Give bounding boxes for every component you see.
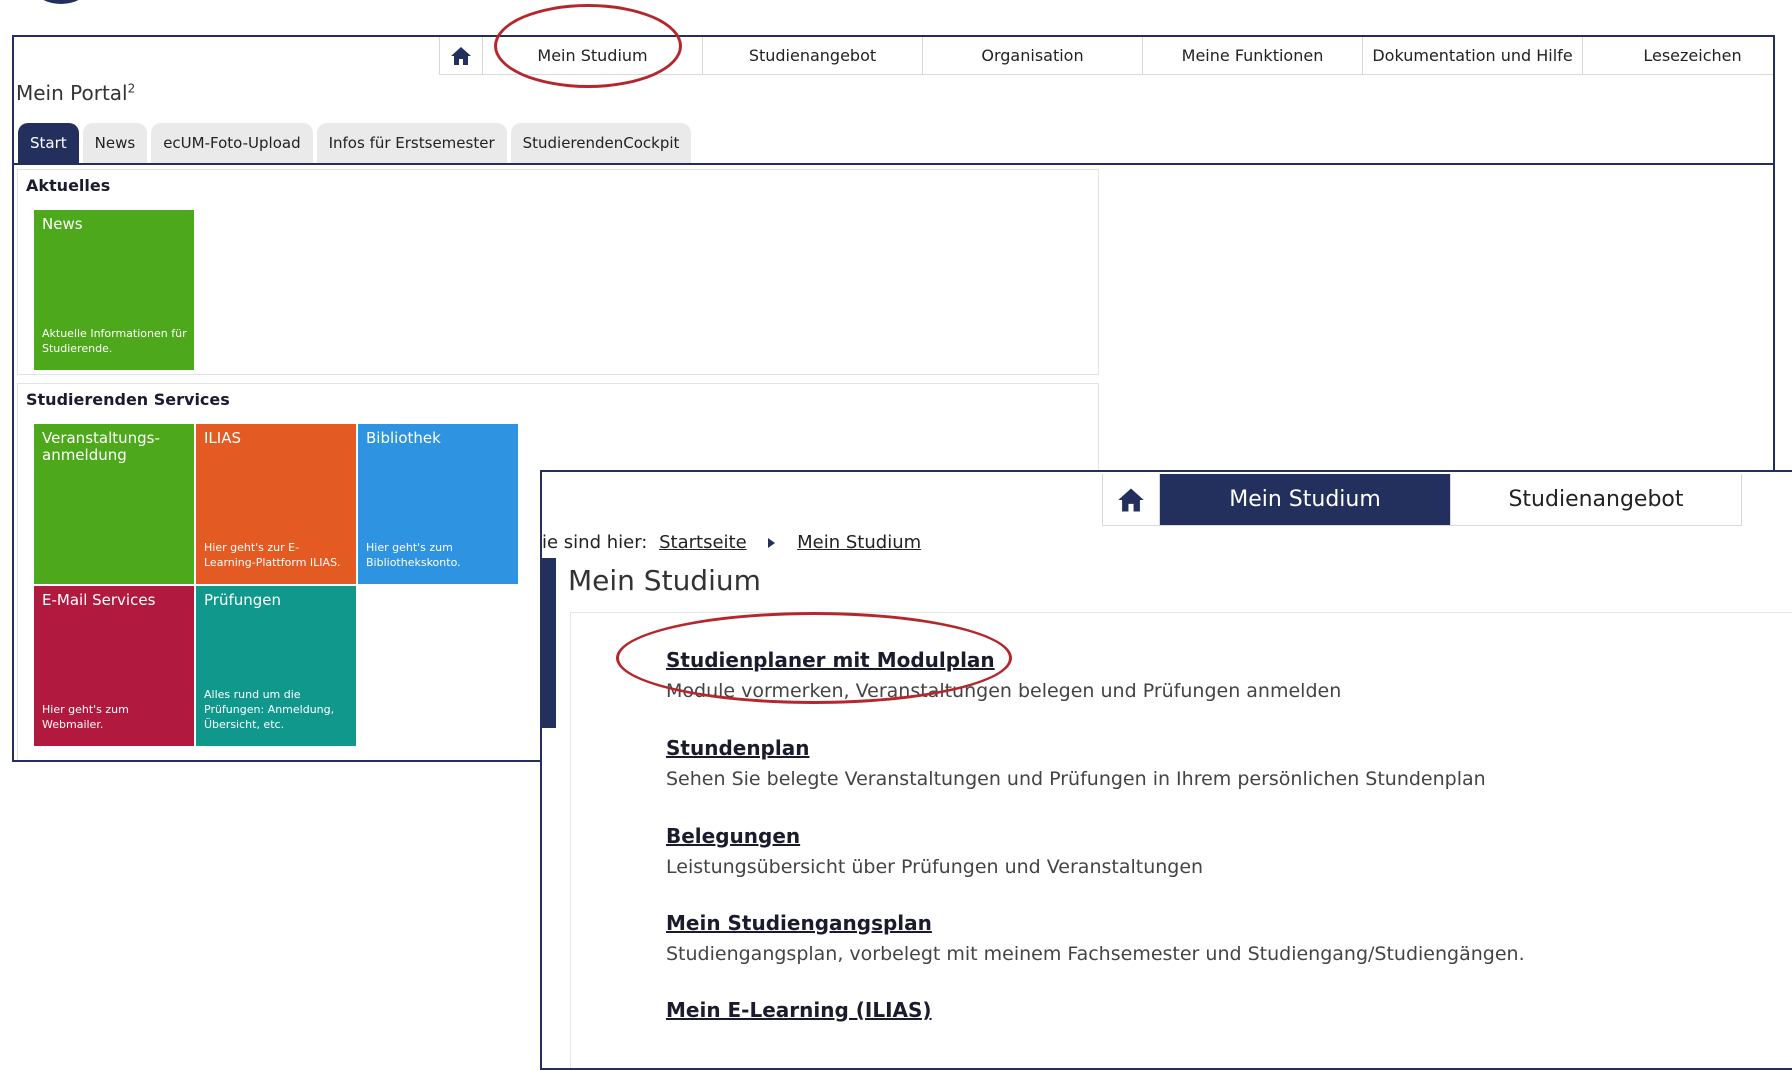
tile-title: E-Mail Services	[42, 591, 156, 609]
tile-veranstaltungsanmeldung[interactable]: Veranstaltungs-anmeldung	[34, 424, 194, 584]
home-button[interactable]	[1102, 474, 1160, 526]
list-item: Belegungen Leistungsübersicht über Prüfu…	[666, 824, 1203, 878]
tile-desc: Alles rund um die Prüfungen: Anmeldung, …	[204, 688, 335, 731]
portal-title-text: Mein Portal	[16, 81, 128, 105]
nav-lesezeichen[interactable]: Lesezeichen	[1583, 37, 1773, 75]
tile-title: Bibliothek	[366, 429, 441, 447]
portal-tabs: Start News ecUM-Foto-Upload Infos für Er…	[18, 123, 692, 163]
home-icon	[451, 46, 471, 65]
entry-desc: Module vormerken, Veranstaltungen belege…	[666, 680, 1342, 702]
page-title: Mein Studium	[568, 564, 761, 597]
tile-title: Prüfungen	[204, 591, 282, 609]
tile-news[interactable]: News Aktuelle Informationen für Studiere…	[34, 210, 194, 370]
tile-title: Veranstaltungs-anmeldung	[42, 429, 160, 464]
entry-desc: Leistungsübersicht über Prüfungen und Ve…	[666, 856, 1204, 878]
tile-desc: Aktuelle Informationen für Studierende.	[42, 327, 187, 355]
tab-news[interactable]: News	[82, 123, 148, 163]
nav-studienangebot[interactable]: Studienangebot	[703, 37, 923, 75]
tile-pruefungen[interactable]: Prüfungen Alles rund um die Prüfungen: A…	[196, 586, 356, 746]
detail-nav: Mein Studium Studienangebot	[1102, 474, 1742, 526]
list-item: Mein E-Learning (ILIAS)	[666, 998, 932, 1030]
tile-bibliothek[interactable]: Bibliothek Hier geht's zum Bibliotheksko…	[358, 424, 518, 584]
breadcrumb: ie sind hier: Startseite Mein Studium	[542, 532, 927, 553]
link-stundenplan[interactable]: Stundenplan	[666, 736, 1486, 760]
nav-dokumentation[interactable]: Dokumentation und Hilfe	[1363, 37, 1583, 75]
nav-organisation[interactable]: Organisation	[923, 37, 1143, 75]
tab-divider	[14, 163, 1773, 165]
tab-start[interactable]: Start	[18, 123, 79, 163]
link-elearning[interactable]: Mein E-Learning (ILIAS)	[666, 998, 932, 1022]
tab-erstsemester[interactable]: Infos für Erstsemester	[316, 123, 507, 163]
entry-desc: Sehen Sie belegte Veranstaltungen und Pr…	[666, 768, 1486, 790]
nav-mein-studium[interactable]: Mein Studium	[1160, 474, 1451, 526]
tile-title: News	[42, 215, 83, 233]
list-item: Stundenplan Sehen Sie belegte Veranstalt…	[666, 736, 1486, 790]
list-item: Studienplaner mit Modulplan Module vorme…	[666, 648, 1341, 702]
link-studiengangsplan[interactable]: Mein Studiengangsplan	[666, 911, 1525, 935]
list-item: Mein Studiengangsplan Studiengangsplan, …	[666, 911, 1525, 965]
breadcrumb-startseite[interactable]: Startseite	[659, 532, 747, 553]
section-aktuelles: Aktuelles News Aktuelle Informationen fü…	[17, 169, 1099, 375]
side-accent-bar	[542, 558, 556, 728]
nav-meine-funktionen[interactable]: Meine Funktionen	[1143, 37, 1363, 75]
tile-desc: Hier geht's zur E-Learning-Plattform ILI…	[204, 541, 341, 569]
section-heading: Studierenden Services	[26, 390, 230, 409]
home-icon	[1118, 488, 1144, 511]
tile-email-services[interactable]: E-Mail Services Hier geht's zum Webmaile…	[34, 586, 194, 746]
university-shield-icon	[1546, 0, 1572, 8]
main-nav: Mein Studium Studienangebot Organisation…	[439, 37, 1773, 75]
nav-studienangebot[interactable]: Studienangebot	[1451, 474, 1742, 526]
link-belegungen[interactable]: Belegungen	[666, 824, 1203, 848]
chevron-right-icon	[768, 538, 776, 548]
portal-title-sup: 2	[127, 81, 136, 96]
university-logo-left	[36, 0, 86, 4]
home-button[interactable]	[439, 37, 483, 75]
tab-cockpit[interactable]: StudierendenCockpit	[510, 123, 692, 163]
tab-foto-upload[interactable]: ecUM-Foto-Upload	[151, 123, 313, 163]
tile-title: ILIAS	[204, 429, 241, 447]
link-studienplaner[interactable]: Studienplaner mit Modulplan	[666, 648, 1341, 672]
tile-desc: Hier geht's zum Bibliothekskonto.	[366, 541, 461, 569]
entry-desc: Studiengangsplan, vorbelegt mit meinem F…	[666, 943, 1525, 965]
breadcrumb-prefix: ie sind hier:	[542, 532, 648, 553]
tile-desc: Hier geht's zum Webmailer.	[42, 703, 129, 731]
section-heading: Aktuelles	[26, 176, 111, 195]
breadcrumb-mein-studium[interactable]: Mein Studium	[797, 532, 921, 553]
nav-mein-studium[interactable]: Mein Studium	[483, 37, 703, 75]
detail-panel: Mein Studium Studienangebot ie sind hier…	[540, 470, 1792, 1070]
page-title: Mein Portal2	[16, 81, 135, 105]
tile-ilias[interactable]: ILIAS Hier geht's zur E-Learning-Plattfo…	[196, 424, 356, 584]
